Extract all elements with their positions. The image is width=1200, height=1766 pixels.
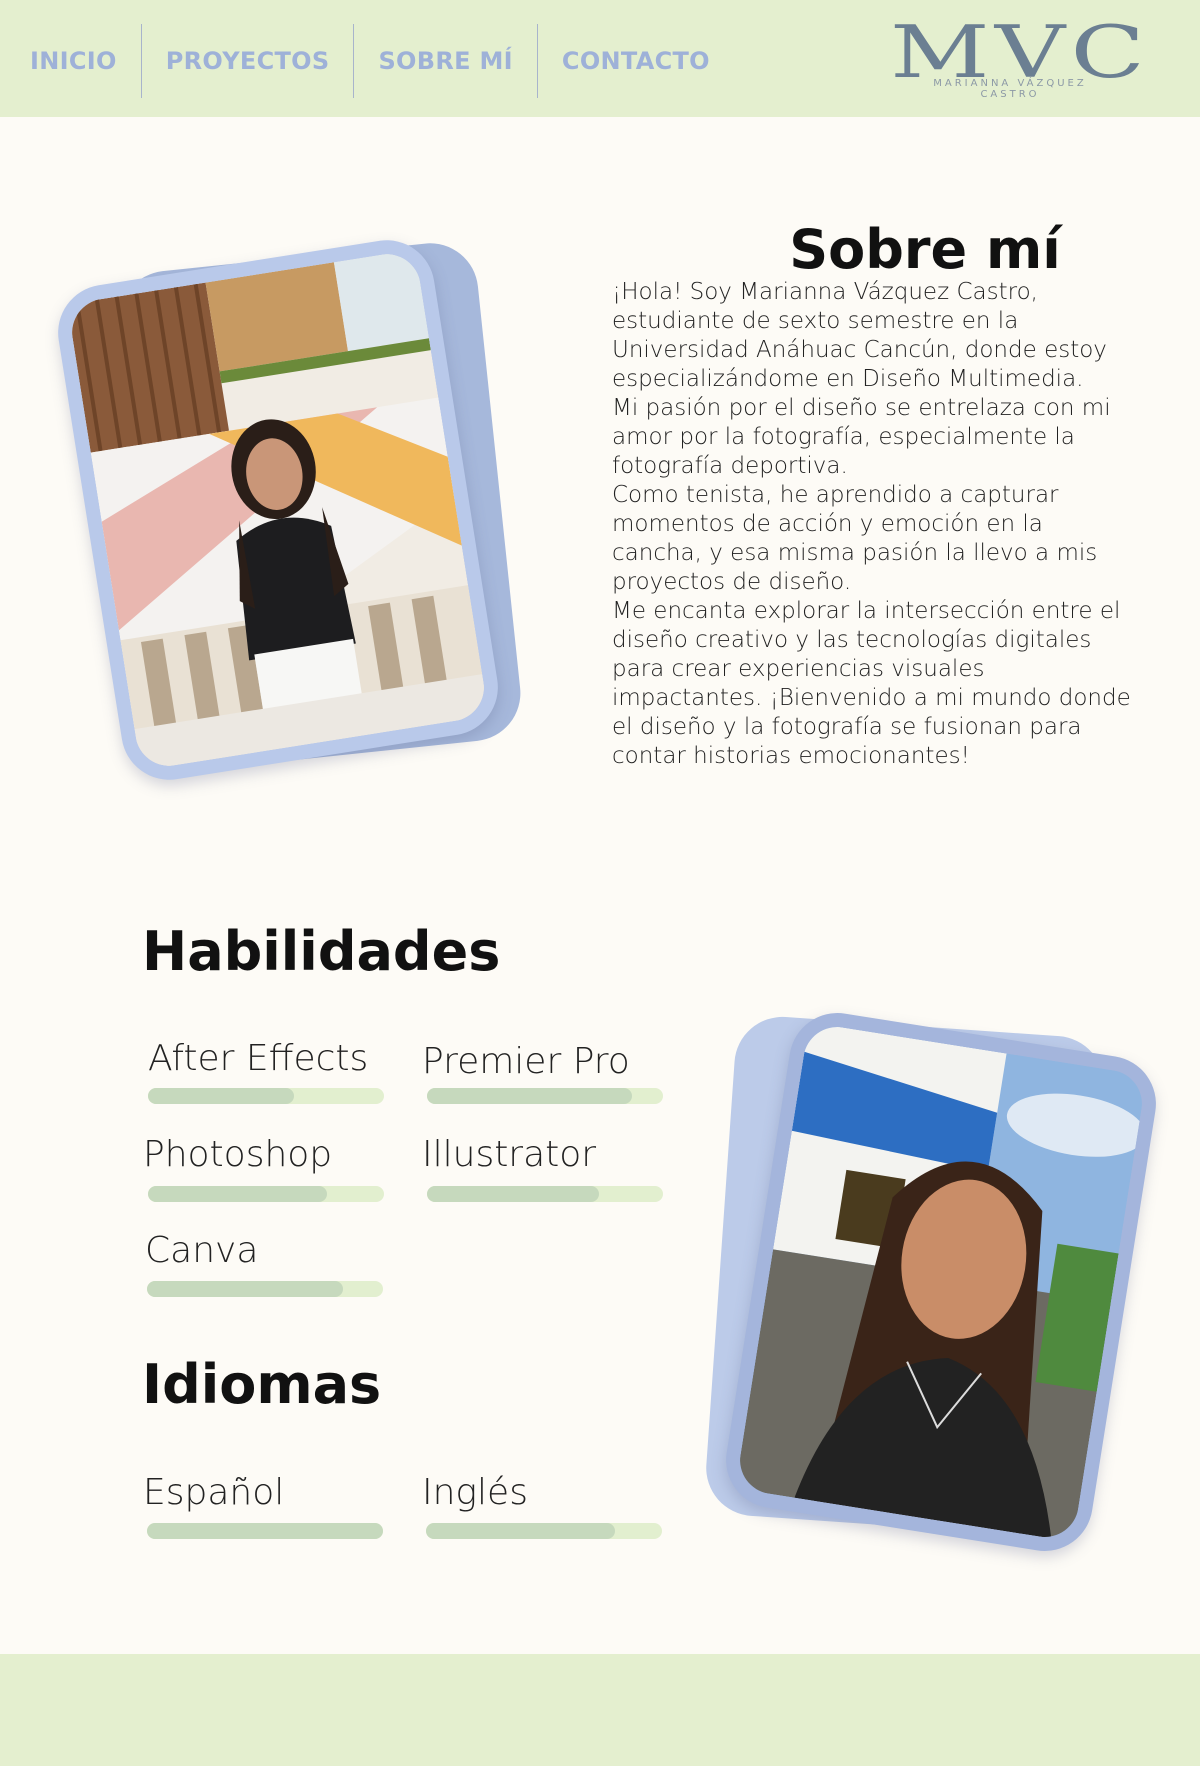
language-bar-ingles <box>426 1523 662 1539</box>
about-paragraph: Como tenista, he aprendido a capturar mo… <box>612 482 1098 595</box>
portrait-photo-illustration <box>735 1022 1147 1542</box>
language-bar-espanol <box>147 1523 383 1539</box>
nav-link-proyectos[interactable]: PROYECTOS <box>142 24 354 98</box>
skill-label-illustrator: Illustrator <box>422 1134 597 1175</box>
skill-bar-fill <box>427 1186 600 1202</box>
about-text: ¡Hola! Soy Marianna Vázquez Castro, estu… <box>612 278 1132 771</box>
site-header: INICIO PROYECTOS SOBRE MÍ CONTACTO MVC M… <box>0 0 1200 117</box>
skill-label-canva: Canva <box>145 1230 259 1271</box>
skill-bar-fill <box>427 1088 633 1104</box>
skill-bar-after-effects <box>148 1088 384 1104</box>
skill-bar-fill <box>148 1186 328 1202</box>
nav-link-sobre-mi[interactable]: SOBRE MÍ <box>354 24 536 98</box>
nav-link-contacto[interactable]: CONTACTO <box>538 24 734 98</box>
skill-bar-canva <box>147 1281 383 1297</box>
skills-title: Habilidades <box>142 920 501 983</box>
photo-frame-front <box>51 233 505 787</box>
main-nav: INICIO PROYECTOS SOBRE MÍ CONTACTO <box>0 24 734 98</box>
skill-label-photoshop: Photoshop <box>143 1134 333 1175</box>
skill-label-after-effects: After Effects <box>148 1038 369 1079</box>
skill-bar-photoshop <box>148 1186 384 1202</box>
about-paragraph: Mi pasión por el diseño se entrelaza con… <box>612 395 1111 479</box>
logo-subtitle: MARIANNA VÁZQUEZ CASTRO <box>933 78 1087 100</box>
site-footer <box>0 1654 1200 1766</box>
language-label-espanol: Español <box>143 1472 285 1513</box>
portrait-photo <box>735 1022 1147 1542</box>
skill-bar-premier-pro <box>427 1088 663 1104</box>
languages-title: Idiomas <box>142 1353 382 1416</box>
photo-frame-front <box>719 1006 1163 1558</box>
language-bar-fill <box>147 1523 383 1539</box>
about-paragraph: Me encanta explorar la intersección entr… <box>612 598 1131 769</box>
language-bar-fill <box>426 1523 615 1539</box>
about-paragraph: ¡Hola! Soy Marianna Vázquez Castro, estu… <box>612 279 1107 392</box>
skill-bar-fill <box>147 1281 343 1297</box>
skill-bar-illustrator <box>427 1186 663 1202</box>
portrait-photo <box>67 249 489 771</box>
portrait-photo-illustration <box>67 249 489 771</box>
site-logo[interactable]: MVC MARIANNA VÁZQUEZ CASTRO <box>880 12 1145 100</box>
nav-link-inicio[interactable]: INICIO <box>0 24 141 98</box>
skill-label-premier-pro: Premier Pro <box>422 1041 630 1082</box>
skills-photo <box>700 1006 1163 1558</box>
language-label-ingles: Inglés <box>422 1472 528 1513</box>
about-title: Sobre mí <box>789 218 1061 282</box>
about-photo <box>51 233 526 787</box>
skill-bar-fill <box>148 1088 295 1104</box>
